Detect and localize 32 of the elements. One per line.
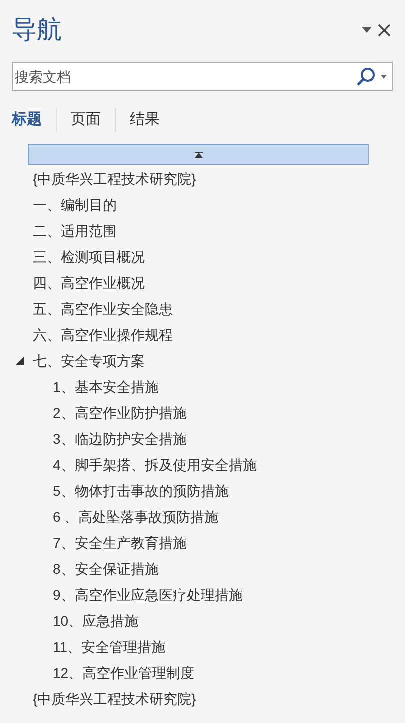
heading-item[interactable]: 2、高空作业防护措施 — [53, 402, 187, 424]
search-icon[interactable] — [355, 66, 377, 86]
caret-icon[interactable] — [381, 74, 387, 78]
heading-item[interactable]: 一、编制目的 — [33, 194, 117, 216]
heading-item[interactable]: 3、临边防护安全措施 — [53, 428, 187, 450]
heading-item[interactable]: 5、物体打击事故的预防措施 — [53, 480, 229, 502]
heading-item[interactable]: 三、检测项目概况 — [33, 246, 145, 268]
heading-item[interactable]: 10、应急措施 — [53, 610, 139, 632]
close-icon[interactable] — [378, 24, 391, 36]
dropdown-icon[interactable] — [362, 27, 372, 33]
heading-item[interactable]: 七、安全专项方案 — [33, 350, 145, 372]
tab[interactable]: 结果 — [130, 108, 160, 132]
heading-item[interactable]: 四、高空作业概况 — [33, 272, 145, 294]
heading-item[interactable]: {中质华兴工程技术研究院} — [33, 168, 196, 190]
pane-title: 导航 — [12, 18, 62, 42]
collapse-up-icon — [194, 152, 202, 158]
tab[interactable]: 标题 — [12, 108, 42, 132]
heading-item[interactable]: 12、高空作业管理制度 — [53, 662, 195, 684]
heading-item[interactable]: 8、安全保证措施 — [53, 558, 159, 580]
heading-item[interactable]: 4、脚手架搭、拆及使用安全措施 — [53, 454, 257, 476]
heading-item[interactable]: 9、高空作业应急医疗处理措施 — [53, 584, 243, 606]
heading-item[interactable]: 五、高空作业安全隐患 — [33, 298, 173, 320]
heading-item[interactable]: 6 、高处坠落事故预防措施 — [53, 506, 219, 528]
search-field[interactable]: 搜索文档 — [12, 62, 393, 91]
heading-item[interactable]: 1、基本安全措施 — [53, 376, 159, 398]
heading-item[interactable]: 二、适用范围 — [33, 220, 117, 242]
heading-item[interactable]: 7、安全生产教育措施 — [53, 532, 187, 554]
heading-item[interactable]: 六、高空作业操作规程 — [33, 324, 173, 346]
expanded-icon[interactable] — [16, 357, 24, 365]
tab[interactable]: 页面 — [71, 108, 101, 132]
heading-item[interactable]: {中质华兴工程技术研究院} — [33, 688, 196, 710]
heading-item[interactable]: 11、安全管理措施 — [53, 636, 166, 658]
